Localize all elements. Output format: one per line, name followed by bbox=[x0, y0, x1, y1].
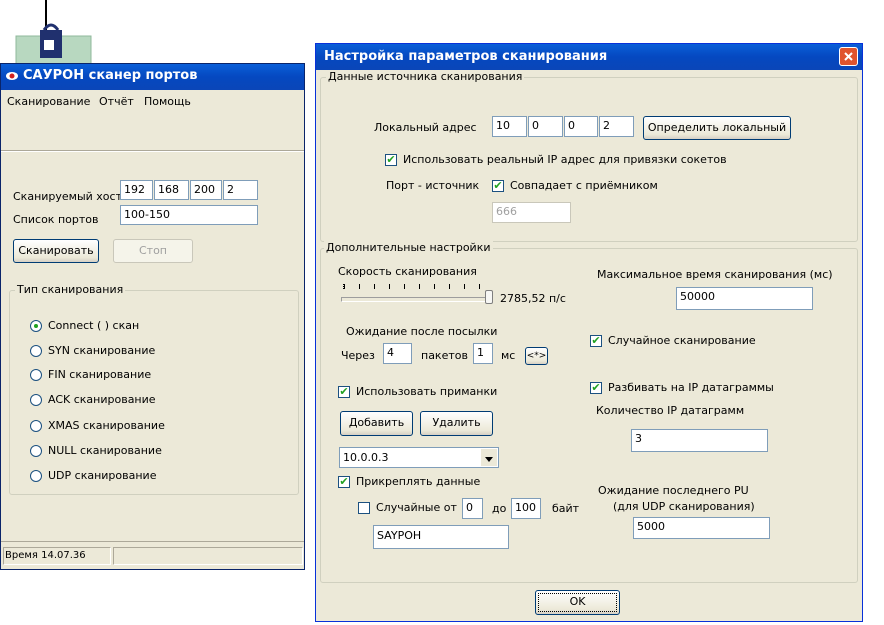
udp-scan-label: (для UDP сканирования) bbox=[613, 500, 755, 513]
split-ip-checkbox[interactable]: ✔ bbox=[590, 382, 602, 394]
radio-dot bbox=[34, 324, 38, 328]
local-octet-4[interactable]: 2 bbox=[599, 116, 634, 137]
add-button[interactable]: Добавить bbox=[340, 411, 413, 436]
ok-button[interactable]: OK bbox=[535, 590, 620, 615]
main-window: САУРОН сканер портов Сканирование Отчёт … bbox=[0, 63, 305, 570]
ip-count-input[interactable]: 3 bbox=[631, 429, 768, 452]
max-time-label: Максимальное время сканирования (мс) bbox=[597, 268, 833, 281]
same-as-receiver-checkbox[interactable]: ✔ bbox=[492, 180, 504, 192]
scan-type-label: NULL сканирование bbox=[48, 444, 162, 457]
scan-type-radio[interactable] bbox=[30, 470, 42, 482]
random-scan-checkbox[interactable]: ✔ bbox=[590, 335, 602, 347]
slider-thumb[interactable] bbox=[485, 290, 493, 304]
scan-type-label: XMAS сканирование bbox=[48, 419, 165, 432]
source-port-input[interactable]: 666 bbox=[492, 202, 571, 223]
through-label: Через bbox=[341, 349, 375, 362]
speed-label: Скорость сканирования bbox=[338, 265, 477, 278]
scan-type-label: ACK сканирование bbox=[48, 393, 156, 406]
dialog-title: Настройка параметров сканирования bbox=[324, 49, 608, 64]
scan-type-label: SYN сканирование bbox=[48, 344, 156, 357]
decoy-select-value: 10.0.0.3 bbox=[343, 451, 389, 464]
host-octet-4[interactable]: 2 bbox=[223, 180, 258, 200]
status-divider bbox=[1, 541, 304, 542]
dialog-titlebar[interactable]: Настройка параметров сканирования bbox=[316, 44, 862, 70]
ms-label: мс bbox=[501, 349, 516, 362]
host-octet-1[interactable]: 192 bbox=[120, 180, 153, 200]
random-from-input[interactable]: 0 bbox=[462, 498, 483, 519]
decoy-dropdown-button[interactable] bbox=[481, 449, 497, 466]
ip-count-label: Количество IP датаграмм bbox=[596, 404, 745, 417]
small-config-button[interactable]: <*> bbox=[525, 347, 548, 365]
random-from-label: Случайные от bbox=[376, 501, 457, 514]
app-logo bbox=[6, 0, 96, 68]
slider-ticks bbox=[343, 284, 494, 289]
menubar: Сканирование Отчёт Помощь bbox=[1, 90, 304, 110]
scan-type-radio[interactable] bbox=[30, 445, 42, 457]
attach-data-label: Прикреплять данные bbox=[356, 475, 481, 488]
menu-help[interactable]: Помощь bbox=[144, 95, 191, 108]
wait-after-send-label: Ожидание после посылки bbox=[346, 325, 498, 338]
same-as-receiver-label: Совпадает с приёмником bbox=[510, 179, 658, 192]
close-button[interactable] bbox=[839, 47, 858, 66]
scan-type-radio[interactable] bbox=[30, 345, 42, 357]
max-time-input[interactable]: 50000 bbox=[676, 287, 813, 310]
decoy-select[interactable]: 10.0.0.3 bbox=[339, 447, 499, 468]
eye-icon bbox=[5, 70, 19, 82]
scan-type-radio[interactable] bbox=[30, 369, 42, 381]
scan-type-radio[interactable] bbox=[30, 320, 42, 332]
local-address-label: Локальный адрес bbox=[374, 121, 477, 134]
scan-type-radio[interactable] bbox=[30, 420, 42, 432]
source-group-label: Данные источника сканирования bbox=[326, 70, 525, 83]
to-label: до bbox=[492, 502, 507, 515]
local-octet-1[interactable]: 10 bbox=[492, 116, 527, 137]
random-to-input[interactable]: 100 bbox=[511, 498, 541, 519]
split-ip-label: Разбивать на IP датаграммы bbox=[608, 381, 774, 394]
scan-button[interactable]: Сканировать bbox=[13, 239, 99, 263]
local-octet-2[interactable]: 0 bbox=[528, 116, 563, 137]
use-real-ip-label: Использовать реальный IP адрес для привя… bbox=[403, 153, 727, 166]
use-decoys-label: Использовать приманки bbox=[356, 385, 498, 398]
close-icon bbox=[841, 49, 856, 68]
local-octet-3[interactable]: 0 bbox=[564, 116, 598, 137]
bytes-label: байт bbox=[552, 502, 580, 515]
ports-input[interactable]: 100-150 bbox=[120, 205, 258, 225]
attach-data-checkbox[interactable]: ✔ bbox=[338, 476, 350, 488]
main-titlebar[interactable]: САУРОН сканер портов bbox=[1, 64, 304, 90]
ports-label: Список портов bbox=[13, 213, 99, 226]
packets-label: пакетов bbox=[421, 349, 468, 362]
status-time: Время 14.07.36 bbox=[5, 550, 86, 561]
host-octet-3[interactable]: 200 bbox=[190, 180, 222, 200]
host-octet-2[interactable]: 168 bbox=[154, 180, 189, 200]
scan-type-label: UDP сканирование bbox=[48, 469, 157, 482]
scan-type-group-label: Тип сканирования bbox=[15, 283, 126, 296]
scan-type-radio[interactable] bbox=[30, 394, 42, 406]
menu-report[interactable]: Отчёт bbox=[99, 95, 134, 108]
chevron-down-icon bbox=[484, 454, 494, 467]
random-checkbox[interactable] bbox=[358, 502, 370, 514]
stop-button[interactable]: Стоп bbox=[113, 239, 193, 263]
wait-last-pu-input[interactable]: 5000 bbox=[633, 517, 770, 539]
ms-count-input[interactable]: 1 bbox=[473, 343, 493, 364]
use-decoys-checkbox[interactable]: ✔ bbox=[338, 386, 350, 398]
toolbar-divider bbox=[1, 150, 304, 152]
source-port-label: Порт - источник bbox=[386, 179, 480, 192]
menu-scan[interactable]: Сканирование bbox=[7, 95, 90, 108]
data-text-input[interactable]: SAYPOH bbox=[373, 525, 509, 549]
scan-type-label: FIN сканирование bbox=[48, 368, 152, 381]
random-scan-label: Случайное сканирование bbox=[608, 334, 756, 347]
packets-count-input[interactable]: 4 bbox=[383, 343, 412, 364]
speed-slider[interactable] bbox=[341, 284, 495, 306]
speed-value: 2785,52 п/с bbox=[500, 292, 566, 305]
main-window-title: САУРОН сканер портов bbox=[23, 68, 198, 83]
delete-button[interactable]: Удалить bbox=[420, 411, 493, 436]
scan-type-label: Connect ( ) скан bbox=[48, 319, 140, 332]
use-real-ip-checkbox[interactable]: ✔ bbox=[385, 154, 397, 166]
slider-track bbox=[341, 297, 493, 302]
detect-local-button[interactable]: Определить локальный bbox=[643, 116, 791, 140]
extra-group-label: Дополнительные настройки bbox=[324, 241, 493, 254]
host-label: Сканируемый хост bbox=[13, 190, 122, 203]
settings-dialog: Настройка параметров сканирования Данные… bbox=[315, 43, 863, 622]
status-cell-empty bbox=[113, 547, 303, 565]
wait-last-pu-label: Ожидание последнего PU bbox=[598, 484, 749, 497]
